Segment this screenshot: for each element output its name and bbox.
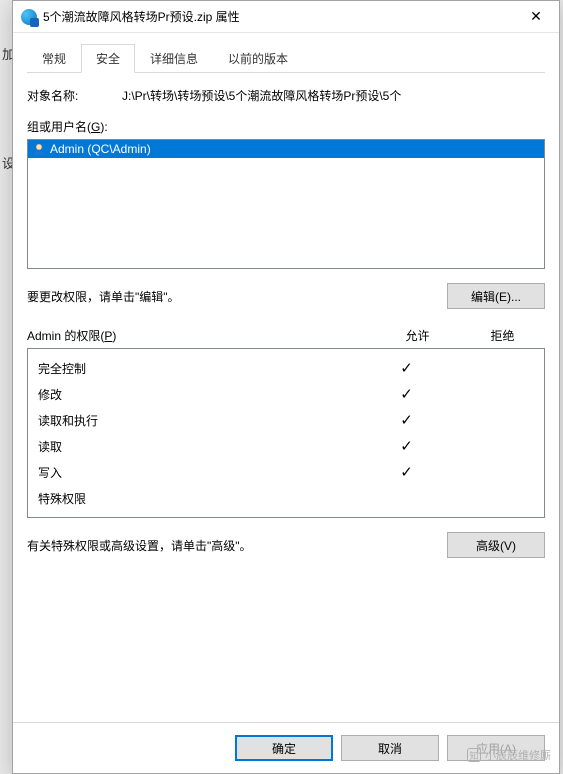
permission-allow: ✓ bbox=[364, 385, 449, 403]
permission-allow: ✓ bbox=[364, 437, 449, 455]
app-icon bbox=[21, 9, 37, 25]
object-name-value: J:\Pr\转场\转场预设\5个潮流故障风格转场Pr预设\5个 bbox=[122, 87, 545, 104]
object-name-label: 对象名称: bbox=[27, 87, 122, 104]
dialog-content: 常规 安全 详细信息 以前的版本 对象名称: J:\Pr\转场\转场预设\5个潮… bbox=[13, 33, 559, 722]
titlebar: 5个潮流故障风格转场Pr预设.zip 属性 ✕ bbox=[13, 1, 559, 33]
user-listbox[interactable]: Admin (QC\Admin) bbox=[27, 139, 545, 269]
edit-row: 要更改权限，请单击"编辑"。 编辑(E)... bbox=[27, 283, 545, 309]
permission-row[interactable]: 读取和执行✓ bbox=[38, 407, 534, 433]
permission-name: 完全控制 bbox=[38, 360, 364, 377]
apply-button[interactable]: 应用(A) bbox=[447, 735, 545, 761]
permission-name: 读取和执行 bbox=[38, 412, 364, 429]
advanced-row: 有关特殊权限或高级设置，请单击"高级"。 高级(V) bbox=[27, 532, 545, 558]
permission-row[interactable]: 修改✓ bbox=[38, 381, 534, 407]
user-list-item[interactable]: Admin (QC\Admin) bbox=[28, 140, 544, 158]
permission-name: 读取 bbox=[38, 438, 364, 455]
edit-button[interactable]: 编辑(E)... bbox=[447, 283, 545, 309]
window-title: 5个潮流故障风格转场Pr预设.zip 属性 bbox=[43, 8, 513, 25]
permission-row[interactable]: 写入✓ bbox=[38, 459, 534, 485]
tab-details[interactable]: 详细信息 bbox=[135, 44, 213, 73]
col-deny: 拒绝 bbox=[460, 327, 545, 344]
dialog-footer: 确定 取消 应用(A) bbox=[13, 722, 559, 773]
tab-general[interactable]: 常规 bbox=[27, 44, 81, 73]
permission-row[interactable]: 完全控制✓ bbox=[38, 355, 534, 381]
ok-button[interactable]: 确定 bbox=[235, 735, 333, 761]
permission-allow: ✓ bbox=[364, 463, 449, 481]
groups-label: 组或用户名(G): bbox=[27, 118, 545, 135]
properties-dialog: 5个潮流故障风格转场Pr预设.zip 属性 ✕ 常规 安全 详细信息 以前的版本… bbox=[12, 0, 560, 774]
permission-allow: ✓ bbox=[364, 411, 449, 429]
advanced-button[interactable]: 高级(V) bbox=[447, 532, 545, 558]
col-allow: 允许 bbox=[375, 327, 460, 344]
permission-name: 特殊权限 bbox=[38, 490, 364, 507]
cancel-button[interactable]: 取消 bbox=[341, 735, 439, 761]
user-icon bbox=[32, 142, 46, 156]
permissions-header: Admin 的权限(P) 允许 拒绝 bbox=[27, 327, 545, 344]
permission-name: 写入 bbox=[38, 464, 364, 481]
permission-row[interactable]: 读取✓ bbox=[38, 433, 534, 459]
permissions-title: Admin 的权限(P) bbox=[27, 327, 375, 344]
permission-allow: ✓ bbox=[364, 359, 449, 377]
permission-name: 修改 bbox=[38, 386, 364, 403]
permissions-listbox[interactable]: 完全控制✓修改✓读取和执行✓读取✓写入✓特殊权限 bbox=[27, 348, 545, 518]
close-button[interactable]: ✕ bbox=[513, 1, 559, 33]
user-list-item-label: Admin (QC\Admin) bbox=[50, 142, 151, 156]
object-name-row: 对象名称: J:\Pr\转场\转场预设\5个潮流故障风格转场Pr预设\5个 bbox=[27, 87, 545, 104]
edit-hint: 要更改权限，请单击"编辑"。 bbox=[27, 288, 180, 305]
tab-strip: 常规 安全 详细信息 以前的版本 bbox=[27, 43, 545, 73]
tab-previous-versions[interactable]: 以前的版本 bbox=[213, 44, 303, 73]
tab-security[interactable]: 安全 bbox=[81, 44, 135, 73]
advanced-hint: 有关特殊权限或高级设置，请单击"高级"。 bbox=[27, 537, 252, 554]
permission-row[interactable]: 特殊权限 bbox=[38, 485, 534, 511]
